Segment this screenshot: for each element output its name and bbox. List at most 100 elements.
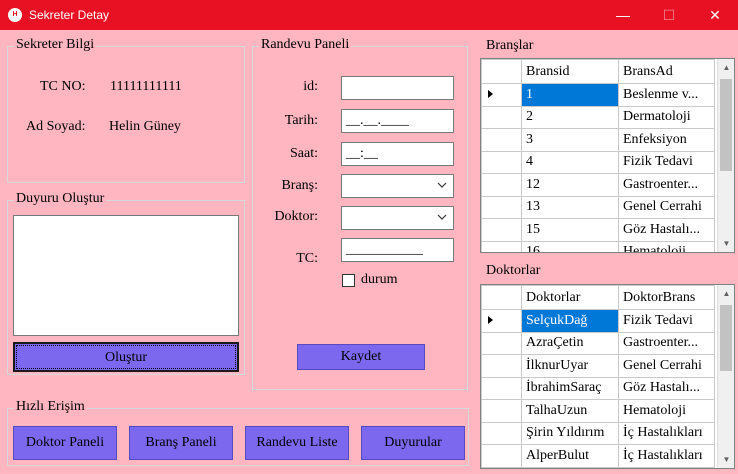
minimize-button[interactable]: —	[600, 0, 646, 30]
table-cell[interactable]: Genel Cerrahi	[618, 354, 715, 378]
column-header-doktorlar[interactable]: Doktorlar	[521, 285, 619, 310]
table-row[interactable]: Şirin Yıldırım İç Hastalıkları	[481, 421, 715, 445]
table-cell[interactable]: 3	[521, 128, 619, 152]
table-row[interactable]: 16 Hematoloji	[481, 240, 715, 252]
close-button[interactable]: ✕	[692, 0, 738, 30]
table-row[interactable]: 4 Fizik Tedavi	[481, 150, 715, 174]
table-cell[interactable]: Fizik Tedavi	[618, 150, 715, 174]
duyurular-button[interactable]: Duyurular	[361, 426, 465, 460]
table-cell[interactable]: Göz Hastalı...	[618, 218, 715, 242]
table-cell[interactable]: İbrahimSaraç	[521, 376, 619, 400]
table-cell[interactable]: Hematoloji	[618, 399, 715, 423]
table-cell[interactable]: 15	[521, 218, 619, 242]
row-header[interactable]	[481, 218, 522, 242]
hizli-erisim-title: Hızlı Erişim	[14, 399, 87, 415]
scroll-down-icon[interactable]: ▼	[718, 451, 734, 468]
row-header[interactable]	[481, 354, 522, 378]
table-cell[interactable]: Dermatoloji	[618, 105, 715, 129]
doktor-paneli-button[interactable]: Doktor Paneli	[13, 426, 117, 460]
row-header[interactable]	[481, 309, 522, 333]
row-header[interactable]	[481, 195, 522, 219]
table-row[interactable]: 3 Enfeksiyon	[481, 128, 715, 152]
row-header[interactable]	[481, 421, 522, 445]
branslar-grid[interactable]: Bransid BransAd 1 Beslenme v... 2 Dermat…	[480, 58, 735, 253]
maximize-button[interactable]: ☐	[646, 0, 692, 30]
table-cell[interactable]: İlknurUyar	[521, 354, 619, 378]
table-row[interactable]: 1 Beslenme v...	[481, 83, 715, 107]
saat-field[interactable]: __:__	[341, 142, 454, 166]
column-header-bransid[interactable]: Bransid	[521, 59, 619, 84]
table-cell[interactable]: TalhaUzun	[521, 399, 619, 423]
table-cell[interactable]: 13	[521, 195, 619, 219]
branslar-scrollbar[interactable]: ▲ ▼	[717, 59, 734, 252]
table-cell[interactable]: AlperBulut	[521, 444, 619, 468]
row-header[interactable]	[481, 83, 522, 107]
scroll-up-icon[interactable]: ▲	[718, 285, 734, 302]
scroll-thumb[interactable]	[720, 79, 732, 171]
scroll-thumb[interactable]	[720, 305, 732, 371]
table-cell[interactable]: Şirin Yıldırım	[521, 421, 619, 445]
table-row[interactable]: AlperBulut İç Hastalıkları	[481, 444, 715, 468]
row-header[interactable]	[481, 399, 522, 423]
tc-field[interactable]: ___________	[341, 238, 454, 262]
duyuru-textarea[interactable]	[13, 215, 239, 336]
table-cell[interactable]: Beslenme v...	[618, 83, 715, 107]
row-header[interactable]	[481, 444, 522, 468]
row-header[interactable]	[481, 376, 522, 400]
column-header-doktorbrans[interactable]: DoktorBrans	[618, 285, 715, 310]
tarih-field[interactable]: __.__.____	[341, 109, 454, 133]
table-cell[interactable]: Gastroenter...	[618, 331, 715, 355]
row-header[interactable]	[481, 173, 522, 197]
table-cell[interactable]: 16	[521, 240, 619, 252]
table-cell[interactable]: Gastroenter...	[618, 173, 715, 197]
doktorlar-title: Doktorlar	[486, 263, 541, 278]
brans-label: Branş:	[281, 178, 318, 193]
row-header[interactable]	[481, 105, 522, 129]
table-cell[interactable]: 12	[521, 173, 619, 197]
table-cell[interactable]: 2	[521, 105, 619, 129]
scroll-up-icon[interactable]: ▲	[718, 59, 734, 76]
table-row[interactable]: 2 Dermatoloji	[481, 105, 715, 129]
row-header[interactable]	[481, 240, 522, 252]
branslar-title: Branşlar	[486, 38, 534, 53]
grid-corner	[481, 285, 522, 310]
table-cell[interactable]: İç Hastalıkları	[618, 421, 715, 445]
table-cell[interactable]: Hematoloji	[618, 240, 715, 252]
table-cell[interactable]: Göz Hastalı...	[618, 376, 715, 400]
table-row[interactable]: 12 Gastroenter...	[481, 173, 715, 197]
duyuru-title: Duyuru Oluştur	[14, 191, 107, 207]
saat-label: Saat:	[290, 146, 318, 161]
durum-checkbox[interactable]	[342, 274, 355, 287]
kaydet-button[interactable]: Kaydet	[297, 344, 425, 370]
table-row[interactable]: SelçukDağ Fizik Tedavi	[481, 309, 715, 333]
chevron-down-icon	[437, 214, 447, 220]
table-cell[interactable]: SelçukDağ	[521, 309, 619, 333]
randevu-liste-button[interactable]: Randevu Liste	[245, 426, 349, 460]
column-header-bransad[interactable]: BransAd	[618, 59, 715, 84]
doktorlar-grid[interactable]: Doktorlar DoktorBrans SelçukDağ Fizik Te…	[480, 284, 735, 469]
table-cell[interactable]: 4	[521, 150, 619, 174]
tarih-label: Tarih:	[284, 113, 318, 128]
row-header[interactable]	[481, 128, 522, 152]
table-row[interactable]: İbrahimSaraç Göz Hastalı...	[481, 376, 715, 400]
scroll-down-icon[interactable]: ▼	[718, 235, 734, 252]
table-row[interactable]: 13 Genel Cerrahi	[481, 195, 715, 219]
table-cell[interactable]: İç Hastalıkları	[618, 444, 715, 468]
row-header[interactable]	[481, 150, 522, 174]
brans-paneli-button[interactable]: Branş Paneli	[129, 426, 233, 460]
brans-combobox[interactable]	[341, 174, 454, 198]
table-cell[interactable]: Genel Cerrahi	[618, 195, 715, 219]
table-row[interactable]: AzraÇetin Gastroenter...	[481, 331, 715, 355]
table-cell[interactable]: Enfeksiyon	[618, 128, 715, 152]
row-header[interactable]	[481, 331, 522, 355]
id-field[interactable]	[341, 76, 454, 100]
doktorlar-scrollbar[interactable]: ▲ ▼	[717, 285, 734, 468]
table-cell[interactable]: 1	[521, 83, 619, 107]
olustur-button[interactable]: Oluştur	[13, 342, 239, 372]
table-row[interactable]: TalhaUzun Hematoloji	[481, 399, 715, 423]
table-row[interactable]: İlknurUyar Genel Cerrahi	[481, 354, 715, 378]
table-cell[interactable]: AzraÇetin	[521, 331, 619, 355]
doktor-combobox[interactable]	[341, 206, 454, 230]
table-cell[interactable]: Fizik Tedavi	[618, 309, 715, 333]
table-row[interactable]: 15 Göz Hastalı...	[481, 218, 715, 242]
